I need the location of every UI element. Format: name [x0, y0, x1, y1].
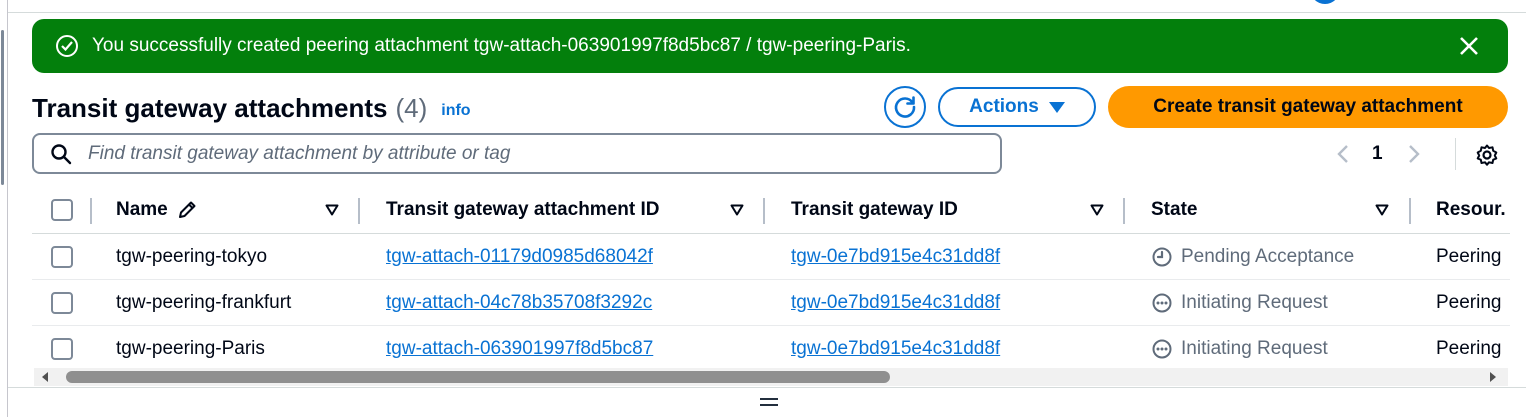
side-navigation-rail[interactable]	[0, 0, 8, 417]
ellipsis-circle-icon	[1152, 339, 1172, 359]
select-all-cell	[51, 186, 73, 233]
attachment-id-link[interactable]: tgw-attach-04c78b35708f3292c	[386, 280, 652, 325]
actions-label: Actions	[969, 96, 1039, 117]
table-row[interactable]: tgw-peering-frankfurt tgw-attach-04c78b3…	[32, 280, 1510, 326]
row-checkbox[interactable]	[51, 245, 73, 268]
flash-message: You successfully created peering attachm…	[92, 35, 911, 56]
state-label: Initiating Request	[1181, 291, 1328, 313]
search-input[interactable]	[88, 142, 968, 165]
ellipsis-circle-icon	[1152, 293, 1172, 312]
state-label: Pending Acceptance	[1181, 245, 1355, 267]
column-separator[interactable]	[90, 198, 92, 224]
attachment-id-link[interactable]: tgw-attach-063901997f8d5bc87	[386, 326, 653, 372]
row-name: tgw-peering-frankfurt	[116, 291, 292, 313]
scroll-left-icon[interactable]	[42, 372, 48, 382]
pagination: 1	[1330, 140, 1427, 168]
scroll-right-icon[interactable]	[1490, 372, 1496, 382]
row-state: Initiating Request	[1151, 280, 1328, 325]
actions-dropdown-button[interactable]: Actions	[938, 87, 1096, 127]
table-row[interactable]: tgw-peering-Paris tgw-attach-063901997f8…	[32, 326, 1510, 372]
column-separator[interactable]	[1409, 198, 1411, 224]
column-name-label: Name	[116, 198, 168, 220]
current-page[interactable]: 1	[1372, 143, 1383, 165]
sort-icon[interactable]	[727, 200, 747, 220]
user-avatar[interactable]	[1310, 0, 1340, 4]
sort-icon[interactable]	[1372, 200, 1392, 220]
success-flash-banner: You successfully created peering attachm…	[32, 19, 1508, 73]
column-header-attachment-id[interactable]: Transit gateway attachment ID	[386, 186, 659, 233]
check-circle-icon	[56, 35, 78, 57]
side-navigation-handle[interactable]	[1, 30, 4, 185]
column-header-name[interactable]: Name	[116, 186, 198, 233]
attachments-table: Name Transit gateway attachment ID Trans…	[32, 186, 1510, 372]
item-count: (4)	[395, 92, 428, 123]
refresh-button[interactable]	[884, 86, 926, 128]
table-row[interactable]: tgw-peering-tokyo tgw-attach-01179d0985d…	[32, 234, 1510, 280]
tgw-id-link[interactable]: tgw-0e7bd915e4c31dd8f	[791, 234, 1000, 279]
row-name: tgw-peering-tokyo	[116, 245, 268, 267]
row-checkbox[interactable]	[51, 291, 73, 314]
row-state: Pending Acceptance	[1151, 234, 1354, 279]
clock-icon	[1152, 247, 1172, 266]
scrollbar-thumb[interactable]	[66, 371, 890, 383]
next-page-icon[interactable]	[1401, 140, 1427, 168]
page-title: Transit gateway attachments	[32, 92, 388, 123]
column-header-tgw-id[interactable]: Transit gateway ID	[791, 186, 958, 233]
sort-icon[interactable]	[1087, 200, 1107, 220]
row-resource: Peering	[1436, 291, 1502, 313]
row-state: Initiating Request	[1151, 326, 1328, 372]
sort-icon[interactable]	[322, 200, 342, 220]
column-separator[interactable]	[1123, 198, 1125, 224]
tgw-id-link[interactable]: tgw-0e7bd915e4c31dd8f	[791, 280, 1000, 325]
column-header-resource[interactable]: Resour.	[1436, 186, 1510, 233]
top-divider	[8, 12, 1526, 13]
row-name: tgw-peering-Paris	[116, 338, 265, 359]
state-label: Initiating Request	[1181, 338, 1328, 359]
refresh-icon	[894, 96, 916, 118]
column-header-state[interactable]: State	[1151, 186, 1197, 233]
row-select-cell	[51, 280, 73, 325]
row-checkbox[interactable]	[51, 338, 73, 360]
close-icon[interactable]	[1454, 31, 1484, 61]
row-select-cell	[51, 326, 73, 372]
search-icon	[51, 143, 72, 164]
resize-handle-icon[interactable]	[760, 398, 778, 408]
select-all-checkbox[interactable]	[51, 198, 73, 221]
tgw-id-link[interactable]: tgw-0e7bd915e4c31dd8f	[791, 326, 1000, 372]
previous-page-icon[interactable]	[1330, 140, 1356, 168]
table-header-row: Name Transit gateway attachment ID Trans…	[32, 186, 1510, 234]
bottom-divider	[8, 387, 1526, 388]
row-resource: Peering	[1436, 338, 1502, 359]
table-header: Transit gateway attachments (4) info Act…	[32, 86, 1510, 130]
page: You successfully created peering attachm…	[0, 0, 1526, 417]
row-select-cell	[51, 234, 73, 279]
horizontal-scrollbar[interactable]	[34, 368, 1508, 386]
search-field[interactable]	[32, 133, 1002, 174]
column-separator[interactable]	[358, 198, 360, 224]
pencil-icon	[178, 201, 196, 218]
create-attachment-label: Create transit gateway attachment	[1153, 96, 1463, 117]
create-attachment-button[interactable]: Create transit gateway attachment	[1108, 86, 1508, 128]
info-link[interactable]: info	[441, 102, 470, 120]
attachment-id-link[interactable]: tgw-attach-01179d0985d68042f	[386, 234, 653, 279]
row-resource: Peering	[1436, 245, 1502, 267]
caret-down-icon	[1048, 101, 1065, 113]
pager-divider	[1455, 138, 1456, 170]
column-separator[interactable]	[763, 198, 765, 224]
gear-icon[interactable]	[1473, 141, 1501, 169]
